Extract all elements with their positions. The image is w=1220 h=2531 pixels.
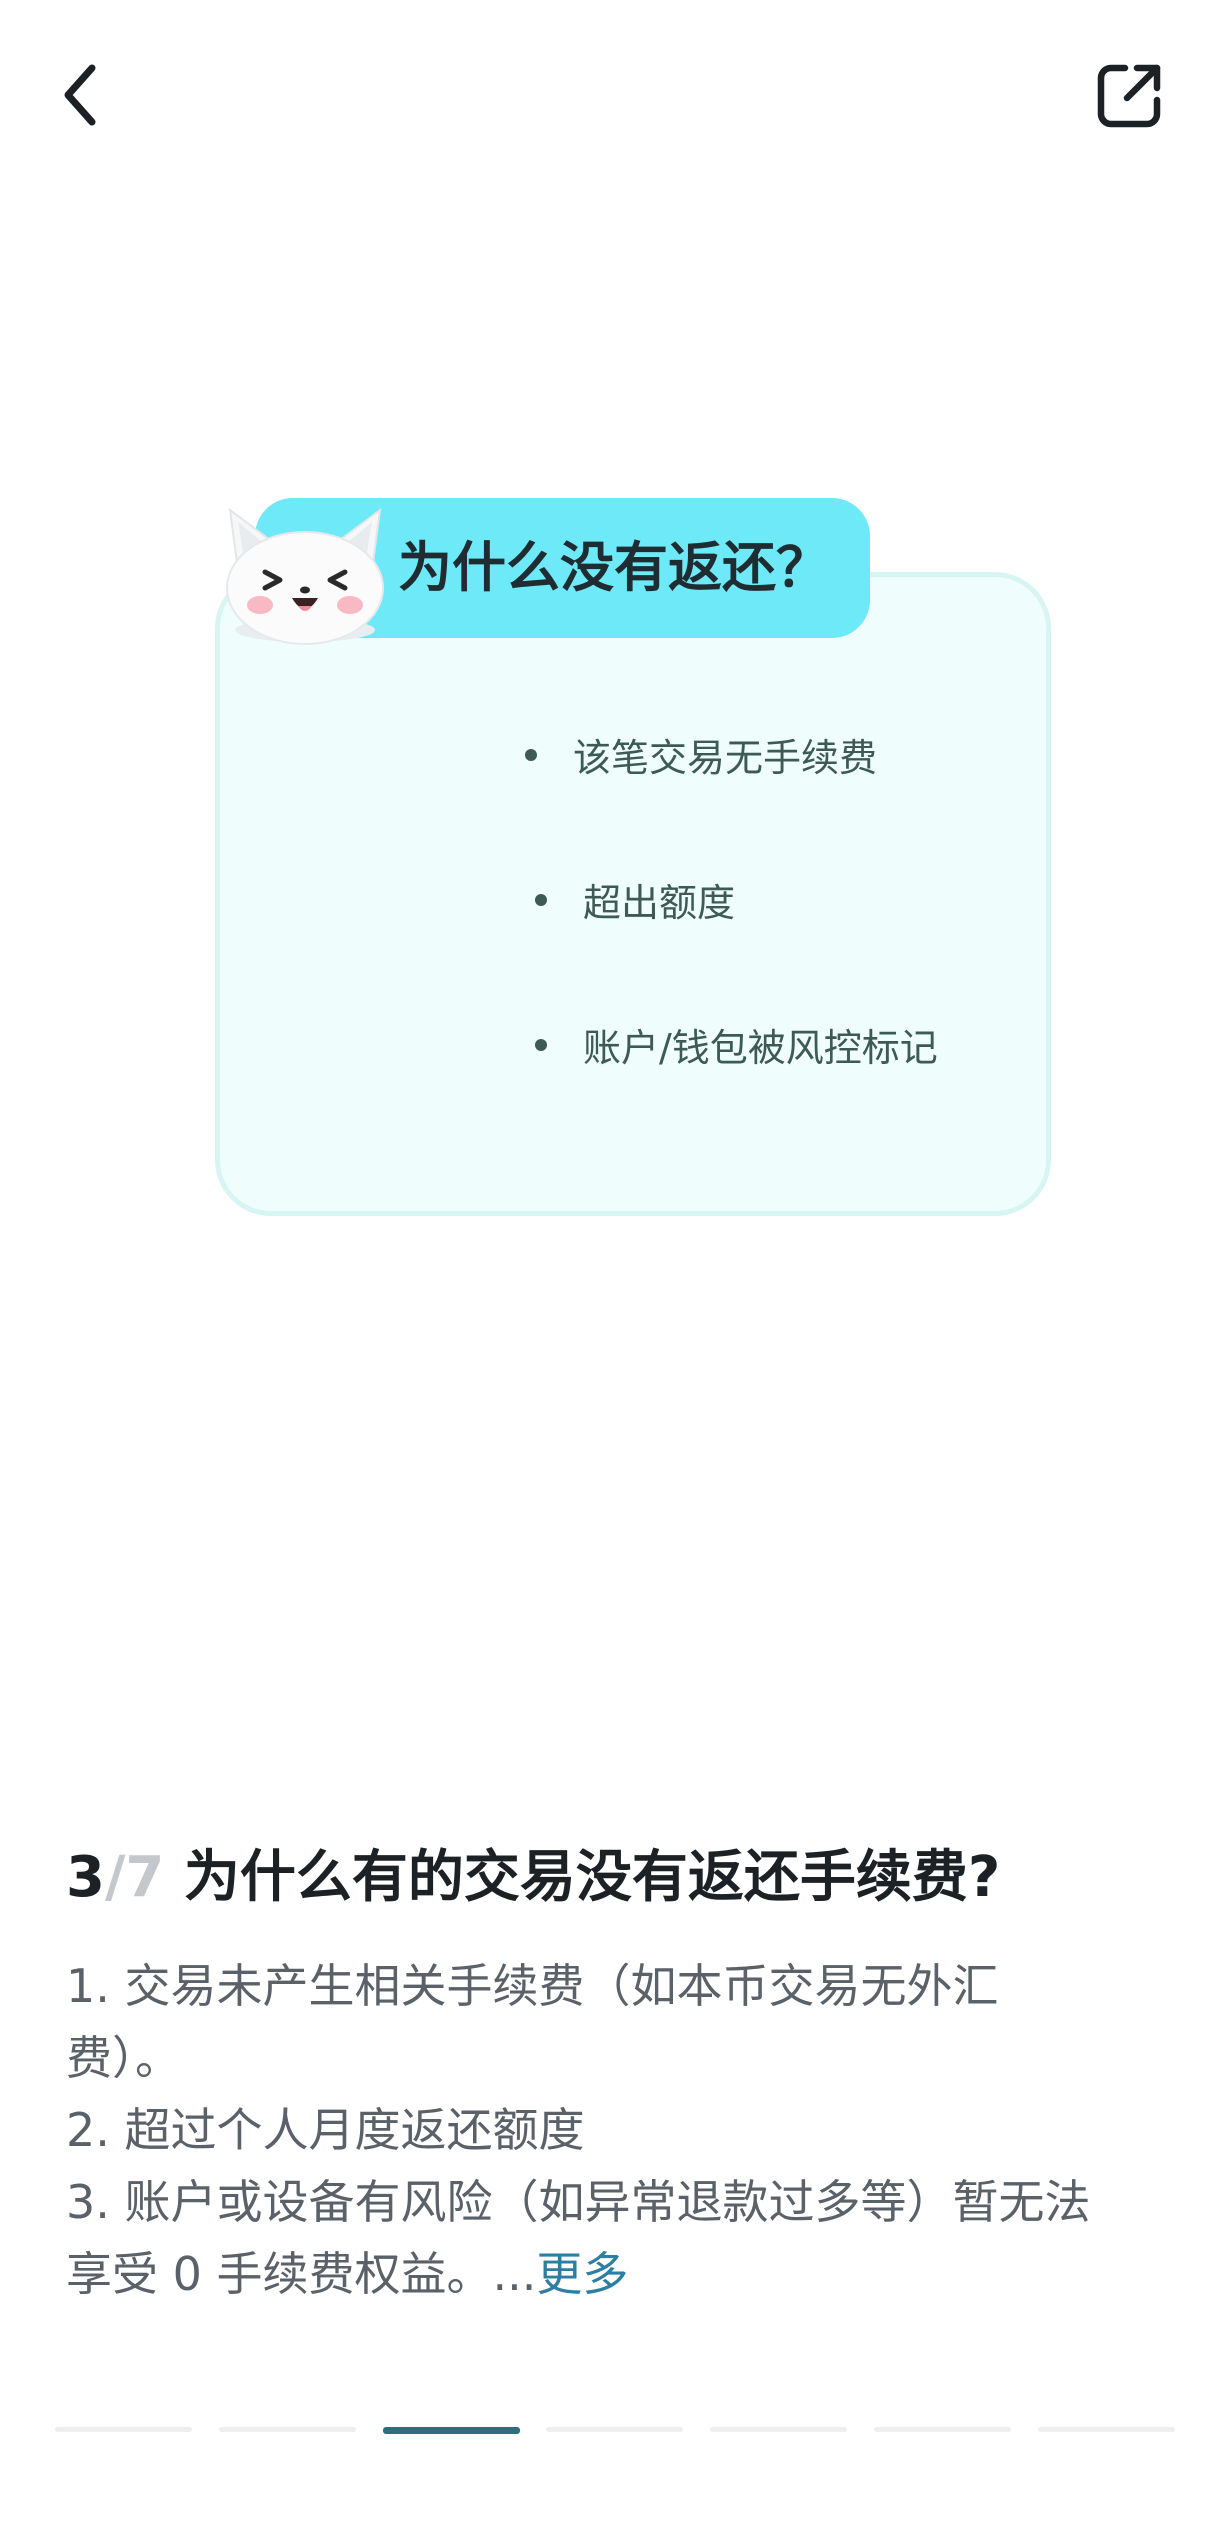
reason-text: 超出额度: [583, 881, 736, 925]
answer-line: 费）。: [66, 2031, 181, 2085]
share-button[interactable]: [1085, 50, 1175, 140]
progress-segment[interactable]: [710, 2427, 848, 2432]
answer-text: 1. 交易未产生相关手续费（如本币交易无外汇 费）。 2. 超过个人月度返还额度…: [66, 1950, 1176, 2310]
reason-text: 该笔交易无手续费: [573, 736, 878, 780]
reason-item: 该笔交易无手续费: [525, 727, 877, 782]
question-heading: 3/7 为什么有的交易没有返还手续费?: [66, 1838, 1176, 1918]
progress-segment-active[interactable]: [382, 2427, 520, 2434]
bullet-dot: [525, 748, 537, 761]
question-total: /7: [104, 1845, 165, 1910]
bullet-dot: [535, 893, 547, 906]
answer-line: 3. 账户或设备有风险（如异常退款过多等）暂无法: [66, 2175, 1091, 2229]
answer-line: 享受 0 手续费权益。...: [66, 2247, 537, 2301]
progress-segment[interactable]: [874, 2427, 1012, 2432]
white-cat-mascot-icon: [226, 507, 384, 645]
card-title: 为什么没有返还？: [398, 536, 830, 599]
question-index: 3: [66, 1845, 105, 1910]
answer-line-last: 享受 0 手续费权益。...更多: [66, 2238, 1176, 2310]
progress-segment[interactable]: [546, 2427, 684, 2432]
progress-segment[interactable]: [55, 2427, 192, 2432]
reason-item: 账户/钱包被风控标记: [535, 1017, 938, 1072]
reason-text: 账户/钱包被风控标记: [583, 1026, 938, 1070]
question-title: 为什么有的交易没有返还手续费?: [183, 1845, 1001, 1910]
story-progress: [55, 2427, 1175, 2434]
chevron-left-icon: [64, 64, 96, 126]
more-link[interactable]: 更多: [536, 2247, 628, 2301]
reason-card: 该笔交易无手续费 超出额度 账户/钱包被风控标记: [215, 572, 1051, 1216]
faq-story-page: 该笔交易无手续费 超出额度 账户/钱包被风控标记 为什么没有返还？ 3/7 为什…: [0, 0, 1220, 2531]
answer-line: 2. 超过个人月度返还额度: [66, 2103, 585, 2157]
bullet-dot: [535, 1038, 547, 1051]
progress-segment[interactable]: [218, 2427, 356, 2432]
share-external-icon: [1097, 64, 1161, 128]
answer-line: 1. 交易未产生相关手续费（如本币交易无外汇: [66, 1959, 999, 2013]
back-button[interactable]: [40, 50, 120, 140]
reason-item: 超出额度: [535, 872, 735, 927]
progress-segment[interactable]: [1037, 2427, 1175, 2432]
